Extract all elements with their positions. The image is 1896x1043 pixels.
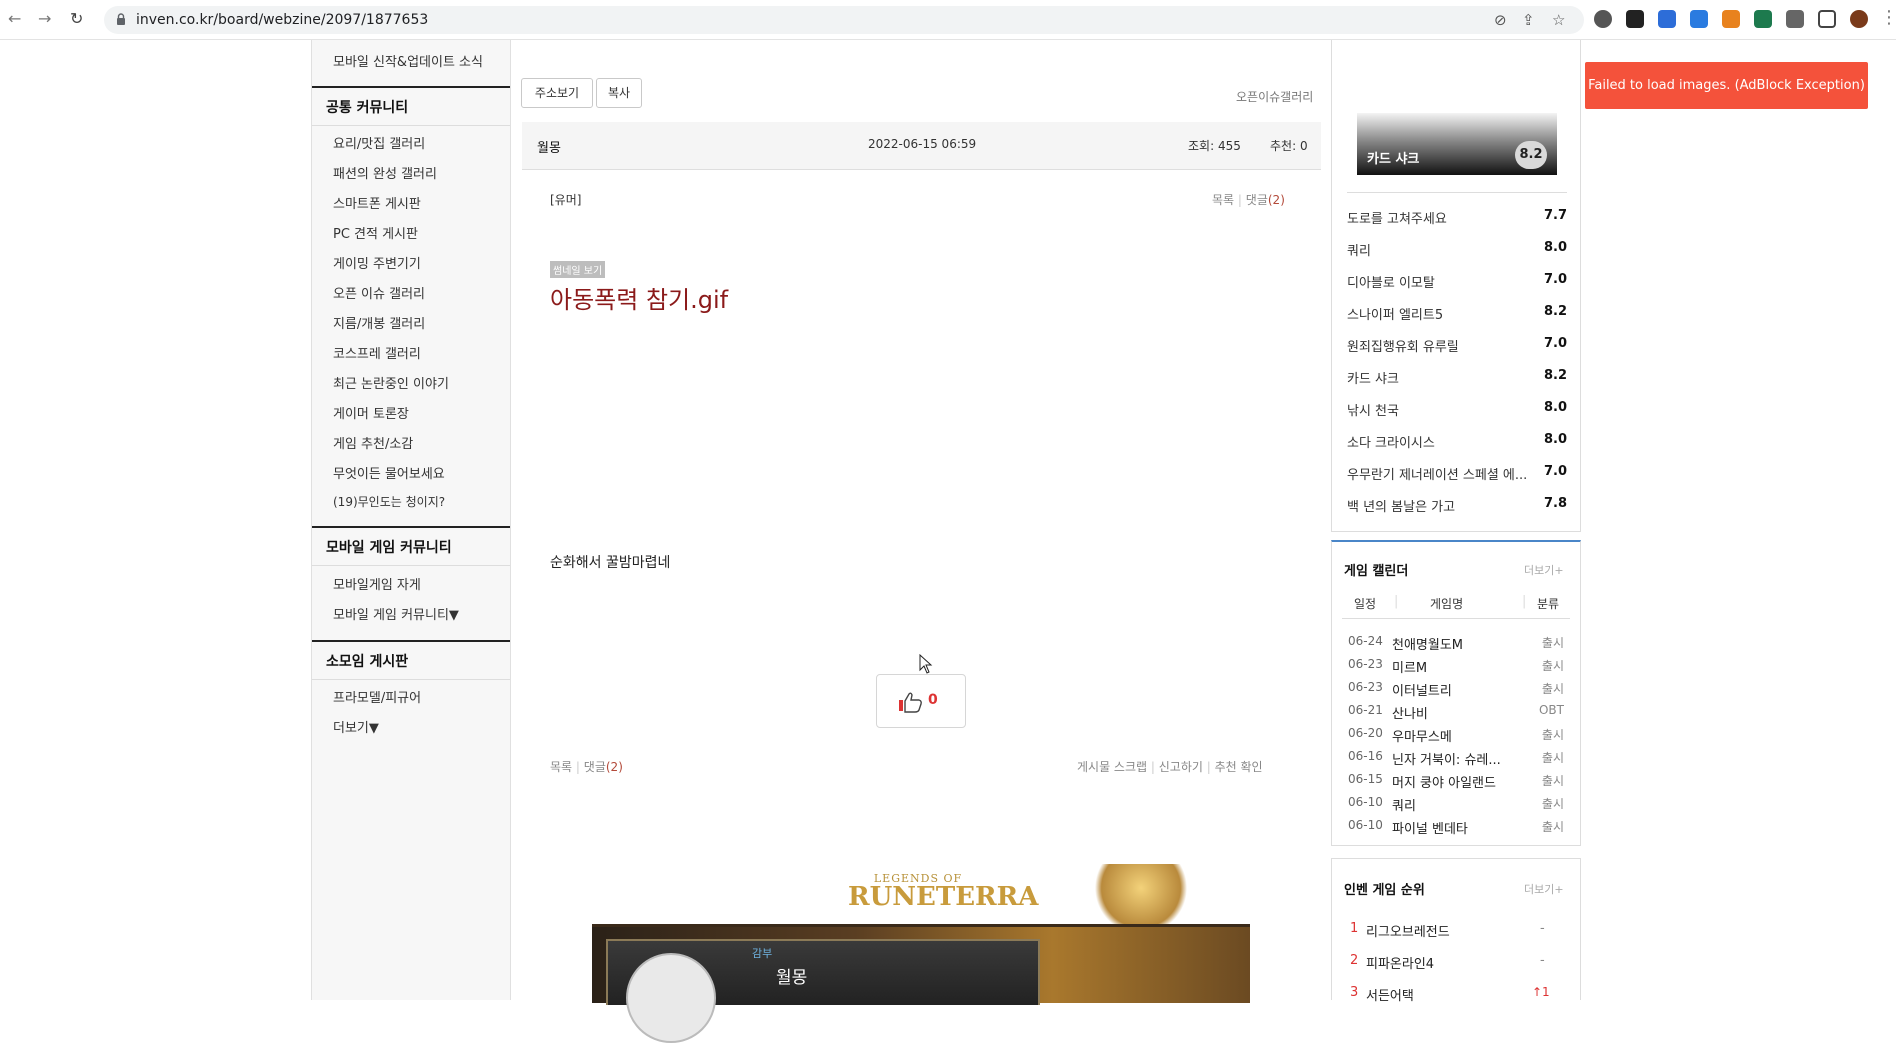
sidebar-section-common: 공통 커뮤니티 <box>312 86 510 126</box>
post-date: 2022-06-15 06:59 <box>868 137 977 151</box>
game-calendar-panel: 게임 캘린더 더보기+ 일정 | 게임명 | 분류 06-24 천애명월도M 출시 … <box>1331 540 1581 846</box>
list-link[interactable]: 목록 <box>550 760 572 774</box>
view-count: 조회: 455 <box>1188 139 1241 153</box>
sidebar-section-club: 소모임 게시판 <box>312 640 510 680</box>
runeterra-banner[interactable]: 감부 월몽 <box>592 924 1250 1043</box>
menu-kebab-icon[interactable]: ⋮ <box>1880 7 1896 28</box>
sidebar-item[interactable]: 모바일게임 자게 <box>333 574 421 593</box>
game-score-panel: 카드 샤크 8.2 도로를 고쳐주세요 7.7 쿼리 8.0 디아블로 이모탈 7.0… <box>1331 40 1581 532</box>
recommend-count-value: 0 <box>928 692 938 708</box>
sidebar-section-title: 모바일 게임 커뮤니티 <box>326 540 452 556</box>
sidebar-item-mobile-news[interactable]: 모바일 신작&업데이트 소식 <box>333 51 483 70</box>
sidebar-section-title: 공통 커뮤니티 <box>326 100 409 116</box>
share-icon[interactable]: ⇪ <box>1522 11 1535 29</box>
featured-game-name: 카드 샤크 <box>1367 152 1420 167</box>
sidebar-section-title: 소모임 게시판 <box>326 654 409 670</box>
sidebar-item[interactable]: 게이밍 주변기기 <box>333 253 421 272</box>
post-body-text: 순화해서 꿀밤마렵네 <box>550 555 671 571</box>
sidebar-item[interactable]: (19)무인도는 청이지? <box>333 493 445 510</box>
left-sidebar: 모바일 신작&업데이트 소식 공통 커뮤니티 요리/맛집 갤러리 패션의 완성 … <box>311 40 511 1000</box>
post-title: 아동폭력 참기.gif <box>550 286 729 314</box>
sidebar-item[interactable]: 더보기▼ <box>333 717 379 736</box>
comments-count[interactable]: (2) <box>1268 193 1285 207</box>
sidebar-item[interactable]: 무엇이든 물어보세요 <box>333 463 445 482</box>
banner-name: 월몽 <box>776 968 808 988</box>
browser-toolbar: ← → ↻ inven.co.kr/board/webzine/2097/187… <box>0 0 1896 40</box>
game-ranking-panel: 인벤 게임 순위 더보기+ 1 리그오브레전드 - 2 피파온라인4 - 3 서… <box>1331 858 1581 1004</box>
adblock-error-toast[interactable]: Failed to load images. (AdBlock Exceptio… <box>1585 62 1868 109</box>
featured-game-card[interactable]: 카드 샤크 8.2 <box>1357 113 1557 175</box>
forward-icon[interactable]: → <box>38 9 51 28</box>
sidebar-item[interactable]: 모바일 게임 커뮤니티▼ <box>333 604 459 623</box>
recommend-check-link[interactable]: 추천 확인 <box>1215 760 1263 774</box>
show-url-button[interactable]: 주소보기 <box>521 78 593 108</box>
ranking-more-link[interactable]: 더보기+ <box>1524 881 1564 897</box>
top-links: 목록 | 댓글(2) <box>1212 193 1285 207</box>
sidebar-item[interactable]: 프라모델/피규어 <box>333 687 421 706</box>
list-link[interactable]: 목록 <box>1212 193 1234 207</box>
calendar-header: 일정 | 게임명 | 분류 <box>1342 586 1570 619</box>
post-category: [유머] <box>550 193 582 207</box>
mouse-cursor-icon <box>919 654 933 674</box>
sidebar-item[interactable]: 최근 논란중인 이야기 <box>333 373 449 392</box>
scrap-link[interactable]: 게시물 스크랩 <box>1077 760 1147 774</box>
post-info-bar: 월몽 2022-06-15 06:59 조회: 455 추천: 0 <box>522 122 1321 170</box>
extension-download-icon[interactable] <box>1690 10 1708 28</box>
back-icon[interactable]: ← <box>8 9 21 28</box>
reload-icon[interactable]: ↻ <box>70 9 83 28</box>
champion-art <box>1086 864 1196 924</box>
star-icon[interactable]: ☆ <box>1552 11 1565 29</box>
report-link[interactable]: 신고하기 <box>1159 760 1203 774</box>
extension-globe-icon[interactable] <box>1594 10 1612 28</box>
calendar-title: 게임 캘린더 <box>1344 564 1409 579</box>
sidebar-item[interactable]: 게임 추천/소감 <box>333 433 413 452</box>
bottom-links-left: 목록 | 댓글(2) <box>550 760 623 774</box>
sidepanel-icon[interactable] <box>1818 10 1836 28</box>
recommend-count: 추천: 0 <box>1270 139 1308 153</box>
bottom-links-right: 게시물 스크랩 | 신고하기 | 추천 확인 <box>1077 760 1263 774</box>
ranking-title: 인벤 게임 순위 <box>1344 883 1425 898</box>
profile-card: 감부 월몽 <box>606 939 1040 1043</box>
featured-game-score: 8.2 <box>1515 141 1547 169</box>
copy-button[interactable]: 복사 <box>596 78 642 108</box>
sidebar-item[interactable]: 스마트폰 게시판 <box>333 193 421 212</box>
sidebar-item[interactable]: 오픈 이슈 갤러리 <box>333 283 425 302</box>
comments-count[interactable]: (2) <box>606 760 623 774</box>
calendar-more-link[interactable]: 더보기+ <box>1524 562 1564 578</box>
banner-small-label: 감부 <box>752 947 773 960</box>
eye-off-icon[interactable]: ⊘ <box>1494 11 1507 29</box>
board-name[interactable]: 오픈이슈갤러리 <box>1236 88 1313 105</box>
profile-avatar[interactable] <box>1850 10 1868 28</box>
address-bar[interactable]: inven.co.kr/board/webzine/2097/1877653 ⊘… <box>104 6 1584 34</box>
lock-icon <box>117 13 125 25</box>
comments-link[interactable]: 댓글 <box>1246 193 1268 207</box>
sidebar-item[interactable]: 코스프레 갤러리 <box>333 343 421 362</box>
author-name[interactable]: 월몽 <box>537 137 561 156</box>
sidebar-section-mobile: 모바일 게임 커뮤니티 <box>312 526 510 566</box>
url-text: inven.co.kr/board/webzine/2097/1877653 <box>136 12 429 28</box>
extensions-puzzle-icon[interactable] <box>1786 10 1804 28</box>
thumbnail-toggle[interactable]: 썸네일 보기 <box>550 261 606 278</box>
extension-key-icon[interactable] <box>1626 10 1644 28</box>
sidebar-item[interactable]: 지름/개봉 갤러리 <box>333 313 425 332</box>
extension-shield-icon[interactable] <box>1658 10 1676 28</box>
runeterra-logo: LEGENDS OF RUNETERRA <box>848 872 1039 912</box>
thumbs-up-icon <box>899 692 922 713</box>
recommend-button[interactable]: 0 <box>876 674 966 728</box>
sidebar-item[interactable]: 요리/맛집 갤러리 <box>333 133 425 152</box>
extension-fox-icon[interactable] <box>1722 10 1740 28</box>
extension-s-icon[interactable] <box>1754 10 1772 28</box>
sidebar-item[interactable]: PC 견적 게시판 <box>333 223 418 242</box>
sidebar-item[interactable]: 게이머 토론장 <box>333 403 409 422</box>
comments-link[interactable]: 댓글 <box>584 760 606 774</box>
profile-emblem <box>626 953 716 1043</box>
sidebar-item[interactable]: 패션의 완성 갤러리 <box>333 163 437 182</box>
divider <box>1347 192 1567 193</box>
